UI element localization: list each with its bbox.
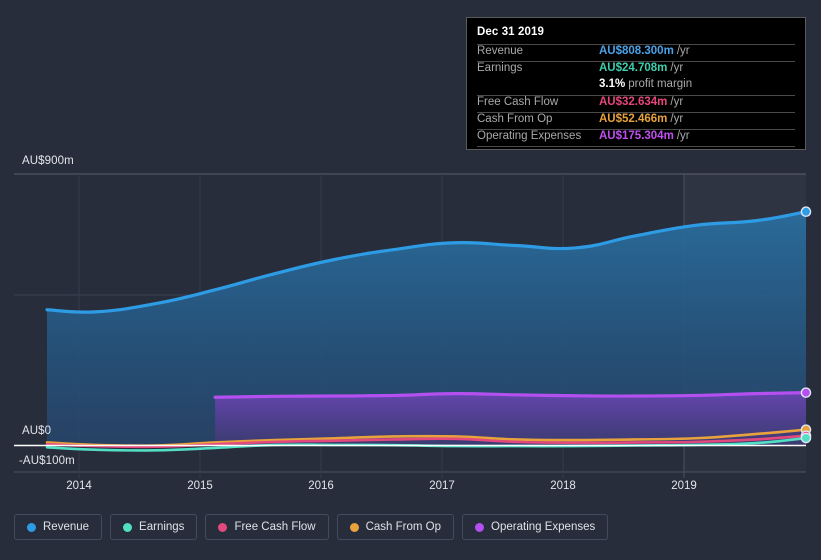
tooltip-row: Earnings AU$24.708m/yr <box>477 61 795 78</box>
y-axis-label-bottom: -AU$100m <box>19 455 75 467</box>
tooltip-row-unit: /yr <box>670 62 684 74</box>
series-layer <box>45 210 808 452</box>
tooltip-row-value: AU$175.304m <box>599 130 674 142</box>
tooltip-row-value: AU$52.466m <box>599 113 668 125</box>
x-axis-label-2018: 2018 <box>550 480 576 492</box>
legend-item-cash-from-op[interactable]: Cash From Op <box>336 514 455 540</box>
legend-item-operating-expenses[interactable]: Operating Expenses <box>462 514 609 540</box>
tooltip-row-unit: profit margin <box>628 78 693 90</box>
x-axis-label-2014: 2014 <box>66 480 92 492</box>
legend-item-revenue[interactable]: Revenue <box>14 514 103 540</box>
endpoint-marker-earnings[interactable] <box>800 432 812 444</box>
legend-item-label: Free Cash Flow <box>234 521 316 533</box>
tooltip-row-unit: /yr <box>670 113 684 125</box>
tooltip-date: Dec 31 2019 <box>477 26 544 38</box>
y-axis-label-zero: AU$0 <box>22 425 52 437</box>
legend-color-dot-icon <box>123 522 133 532</box>
tooltip-row-label: Revenue <box>477 45 524 57</box>
legend-item-label: Earnings <box>139 521 185 533</box>
data-point-tooltip: Dec 31 2019 Revenue AU$808.300m/yr Earning… <box>466 17 806 150</box>
x-axis-label-2017: 2017 <box>429 480 455 492</box>
legend-color-dot-icon <box>218 522 228 532</box>
tooltip-row-value: AU$24.708m <box>599 62 668 74</box>
tooltip-row-value: 3.1% <box>599 78 626 90</box>
tooltip-row-label: Cash From Op <box>477 113 553 125</box>
legend-item-label: Cash From Op <box>365 521 442 533</box>
legend-item-label: Revenue <box>43 521 90 533</box>
tooltip-row-label: Earnings <box>477 62 523 74</box>
tooltip-row-label: Free Cash Flow <box>477 96 559 108</box>
tooltip-row-unit: /yr <box>676 130 690 142</box>
tooltip-rows: Revenue AU$808.300m/yr Earnings AU$24.708m /… <box>477 44 795 146</box>
tooltip-row-unit: /yr <box>670 96 684 108</box>
x-axis-label-2016: 2016 <box>308 480 334 492</box>
tooltip-row: Cash From Op AU$52.466m/yr <box>477 112 795 129</box>
legend-color-dot-icon <box>27 522 36 532</box>
tooltip-row-value: AU$32.634m <box>599 96 668 108</box>
chart-legend: Revenue Earnings Free Cash Flow Cash From O… <box>14 514 609 540</box>
legend-item-free-cash-flow[interactable]: Free Cash Flow <box>205 514 329 540</box>
legend-item-label: Operating Expenses <box>491 521 596 533</box>
tooltip-row-unit: /yr <box>676 45 690 57</box>
x-axis-label-2015: 2015 <box>187 480 213 492</box>
legend-color-dot-icon <box>475 522 485 532</box>
tooltip-row-label: Operating Expenses <box>477 130 582 142</box>
x-axis-label-2019: 2019 <box>671 480 697 492</box>
tooltip-row: Operating Expenses AU$175.304m/yr <box>477 129 795 146</box>
endpoint-marker-revenue[interactable] <box>800 206 812 218</box>
tooltip-row: 3.1% profit margin <box>477 78 795 95</box>
tooltip-row: Revenue AU$808.300m/yr <box>477 44 795 61</box>
tooltip-footer-rule <box>477 146 795 149</box>
y-axis-label-top: AU$900m <box>22 155 74 167</box>
tooltip-row-value: AU$808.300m <box>599 45 674 57</box>
legend-item-earnings[interactable]: Earnings <box>110 514 198 540</box>
financial-chart-widget: AU$900m AU$0 -AU$100m 2014 2015 2016 201… <box>0 0 821 560</box>
tooltip-row: Free Cash Flow AU$32.634m/yr <box>477 95 795 112</box>
endpoint-marker-operating-expenses[interactable] <box>800 387 812 398</box>
legend-color-dot-icon <box>349 522 359 532</box>
